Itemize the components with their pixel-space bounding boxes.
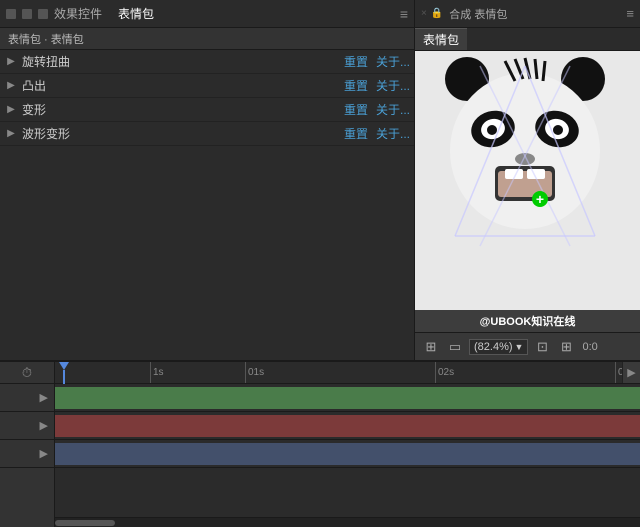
track-row-2 [55,412,640,440]
effect-about-0[interactable]: 关于... [376,53,410,70]
track-label-2: ▶ [0,412,54,440]
track-expand-3[interactable]: ▶ [40,447,48,460]
cursor-plus-icon: + [532,191,548,207]
right-close-icon[interactable]: × [421,8,427,19]
time-display: 0:0 [582,341,597,353]
effect-about-3[interactable]: 关于... [376,125,410,142]
ruler-row[interactable]: 1s 01s 02s 03s ▶ [55,362,640,384]
playhead[interactable] [59,362,69,384]
effect-row-3: ▶ 波形变形 重置 关于... [0,122,414,146]
effect-reset-1[interactable]: 重置 [344,77,368,94]
effect-arrow-3[interactable]: ▶ [4,127,18,141]
playhead-triangle [59,362,69,370]
ruler-mark-2: 02s [435,362,454,383]
effect-reset-3[interactable]: 重置 [344,125,368,142]
effect-name-0: 旋转扭曲 [18,53,344,70]
timeline-empty [55,468,640,517]
composite-panel-title: 合成 表情包 [449,6,507,22]
track-row-1 [55,384,640,412]
zoom-dropdown-arrow[interactable]: ▼ [515,342,524,352]
timeline-scroll-right[interactable]: ▶ [622,362,640,383]
track-row-3 [55,440,640,468]
track-expand-1[interactable]: ▶ [40,391,48,404]
left-panel-header: 效果控件 表情包 ≡ [0,0,414,28]
clip-red[interactable] [55,415,640,437]
timeline-body: ⏱ ▶ ▶ ▶ 1s [0,362,640,527]
effect-arrow-1[interactable]: ▶ [4,79,18,93]
panel-close-btn[interactable] [6,9,16,19]
emoticon-tab-label[interactable]: 表情包 [118,5,154,22]
right-panel-header: × 🔒 合成 表情包 ≡ [415,0,640,28]
preview-toolbar: ⊞ ▭ (82.4%) ▼ ⊡ ⊞ 0:0 [415,332,640,360]
effect-row-0: ▶ 旋转扭曲 重置 关于... [0,50,414,74]
watermark: @UBOOK知识在线 [415,310,640,332]
track-label-1: ▶ [0,384,54,412]
track-expand-2[interactable]: ▶ [40,419,48,432]
effect-arrow-2[interactable]: ▶ [4,103,18,117]
panda-svg [425,51,625,271]
effect-about-1[interactable]: 关于... [376,77,410,94]
effect-reset-0[interactable]: 重置 [344,53,368,70]
panel-lock-btn[interactable] [38,9,48,19]
composite-panel: × 🔒 合成 表情包 ≡ 表情包 [415,0,640,360]
preview-area[interactable]: + @UBOOK知识在线 [415,51,640,332]
effects-control-panel: 效果控件 表情包 ≡ 表情包 · 表情包 ▶ 旋转扭曲 重置 关于... ▶ 凸… [0,0,415,360]
effects-tab-label[interactable]: 效果控件 [54,5,102,22]
grid-icon[interactable]: ⊞ [556,337,576,357]
timeline-tracks-area: 1s 01s 02s 03s ▶ [55,362,640,527]
effect-name-3: 波形变形 [18,125,344,142]
ruler-mark-0: 1s [150,362,164,383]
panel-menu-icon[interactable]: ≡ [400,6,408,22]
effects-list: ▶ 旋转扭曲 重置 关于... ▶ 凸出 重置 关于... ▶ 变形 重置 关于… [0,50,414,205]
view-icon[interactable]: ▭ [445,337,465,357]
timeline-scrollbar[interactable] [55,517,640,527]
track-label-3: ▶ [0,440,54,468]
clip-blue[interactable] [55,443,640,465]
playhead-stem [63,370,65,384]
fit-icon[interactable]: ⊡ [532,337,552,357]
right-tab-bar: 表情包 [415,28,640,51]
left-panel-empty [0,205,414,360]
right-lock-icon[interactable]: 🔒 [431,8,443,19]
right-menu-icon[interactable]: ≡ [626,6,634,21]
effect-row-1: ▶ 凸出 重置 关于... [0,74,414,98]
breadcrumb: 表情包 · 表情包 [0,28,414,50]
panda-preview: + @UBOOK知识在线 [415,51,640,332]
clip-green[interactable] [55,387,640,409]
effect-about-2[interactable]: 关于... [376,101,410,118]
emoticon-tab[interactable]: 表情包 [415,28,467,50]
scrollbar-thumb[interactable] [55,520,115,526]
timeline-left-panel: ⏱ ▶ ▶ ▶ [0,362,55,527]
panel-collapse-btn[interactable] [22,9,32,19]
timeline-section: ⏱ ▶ ▶ ▶ 1s [0,360,640,527]
ruler-mark-1: 01s [245,362,264,383]
zoom-control[interactable]: (82.4%) ▼ [469,339,528,355]
snap-icon[interactable]: ⊞ [421,337,441,357]
effect-arrow-0[interactable]: ▶ [4,55,18,69]
timeline-tool-icon[interactable]: ⏱ [22,365,32,381]
effect-name-1: 凸出 [18,77,344,94]
effect-name-2: 变形 [18,101,344,118]
timeline-header-left: ⏱ [0,362,54,384]
effect-row-2: ▶ 变形 重置 关于... [0,98,414,122]
effect-reset-2[interactable]: 重置 [344,101,368,118]
